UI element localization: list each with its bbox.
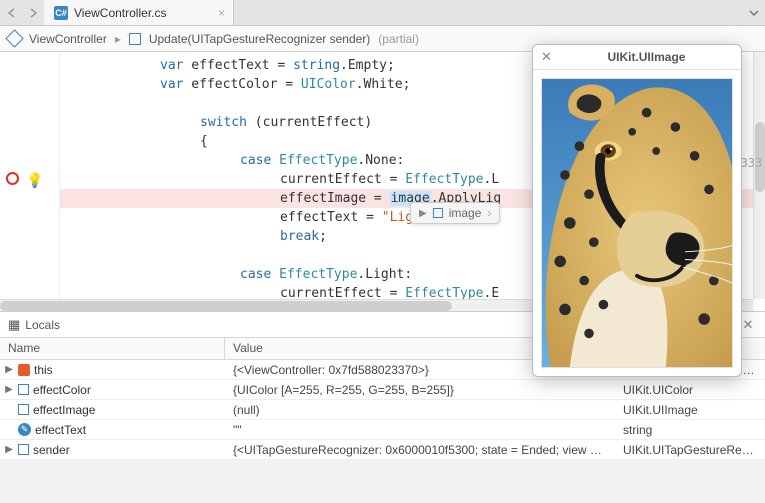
locals-row[interactable]: ▶effectText""string <box>0 420 765 440</box>
locals-var-value: {<UITapGestureRecognizer: 0x6000010f5300… <box>225 443 615 457</box>
method-icon <box>129 33 141 45</box>
tab-close-button[interactable]: × <box>218 6 225 20</box>
breakpoint-icon[interactable] <box>6 172 19 185</box>
tab-overflow-button[interactable] <box>743 0 765 25</box>
locals-var-name: sender <box>33 443 70 457</box>
nav-back-button[interactable] <box>0 0 22 25</box>
locals-var-name: effectText <box>35 423 86 437</box>
string-icon <box>18 423 31 436</box>
struct-icon <box>433 208 443 218</box>
locals-var-type: UIKit.UIImage <box>615 403 765 417</box>
locals-panel-icon: ▦ <box>8 317 19 333</box>
file-tab[interactable]: C# ViewController.cs × <box>44 0 234 25</box>
disclosure-triangle-icon[interactable]: ▶ <box>4 364 14 375</box>
locals-var-name: effectColor <box>33 383 91 397</box>
disclosure-triangle-icon[interactable]: ▶ <box>4 384 14 395</box>
image-preview <box>541 78 733 368</box>
breadcrumb-suffix: (partial) <box>378 32 419 46</box>
locals-row[interactable]: ▶ sender {<UITapGestureRecognizer: 0x60000… <box>0 440 765 460</box>
chevron-left-icon <box>7 8 16 18</box>
struct-icon <box>18 404 29 415</box>
nav-forward-button[interactable] <box>22 0 44 25</box>
editor-gutter[interactable]: 💡 <box>0 52 60 311</box>
variable-chip-name: image <box>449 206 482 220</box>
chevron-right-icon <box>29 8 38 18</box>
tab-bar: C# ViewController.cs × <box>0 0 765 26</box>
locals-var-name: effectImage <box>33 403 95 417</box>
expand-triangle-icon[interactable]: ▶ <box>419 208 427 219</box>
locals-var-type: string <box>615 423 765 437</box>
locals-var-value: (null) <box>225 403 615 417</box>
breadcrumb-class[interactable]: ViewController <box>29 32 107 46</box>
locals-row[interactable]: ▶ effectColor {UIColor [A=255, R=255, G=25… <box>0 380 765 400</box>
file-tab-label: ViewController.cs <box>74 6 166 20</box>
breadcrumb-separator: ▸ <box>115 32 121 46</box>
csharp-file-icon: C# <box>54 6 68 20</box>
locals-var-value: {UIColor [A=255, R=255, G=255, B=255]} <box>225 383 615 397</box>
struct-icon <box>18 384 29 395</box>
locals-var-value: "" <box>225 423 615 437</box>
popover-title: UIKit.UIImage <box>560 50 733 64</box>
variable-hover-chip[interactable]: ▶ image › <box>410 202 500 224</box>
locals-var-type: UIKit.UITapGestureRecognizer <box>615 443 765 457</box>
locals-col-name[interactable]: Name <box>0 338 225 359</box>
locals-var-name: this <box>34 363 53 377</box>
locals-var-type: UIKit.UIColor <box>615 383 765 397</box>
vertical-scrollbar[interactable] <box>753 52 765 299</box>
class-icon <box>5 29 23 47</box>
image-preview-popover: ✕ UIKit.UIImage <box>532 44 742 377</box>
locals-panel-title: Locals <box>25 318 60 332</box>
disclosure-triangle-icon[interactable]: ▶ <box>4 444 14 455</box>
chevron-right-icon: › <box>487 206 491 220</box>
locals-row[interactable]: ▶effectImage(null)UIKit.UIImage <box>0 400 765 420</box>
chevron-down-icon <box>749 10 759 16</box>
class-icon <box>18 364 30 376</box>
breadcrumb-method[interactable]: Update(UITapGestureRecognizer sender) <box>149 32 370 46</box>
horizontal-scroll-thumb[interactable] <box>0 301 452 311</box>
lightbulb-icon[interactable]: 💡 <box>26 172 43 189</box>
popover-close-button[interactable]: ✕ <box>541 49 552 65</box>
struct-icon <box>18 444 29 455</box>
